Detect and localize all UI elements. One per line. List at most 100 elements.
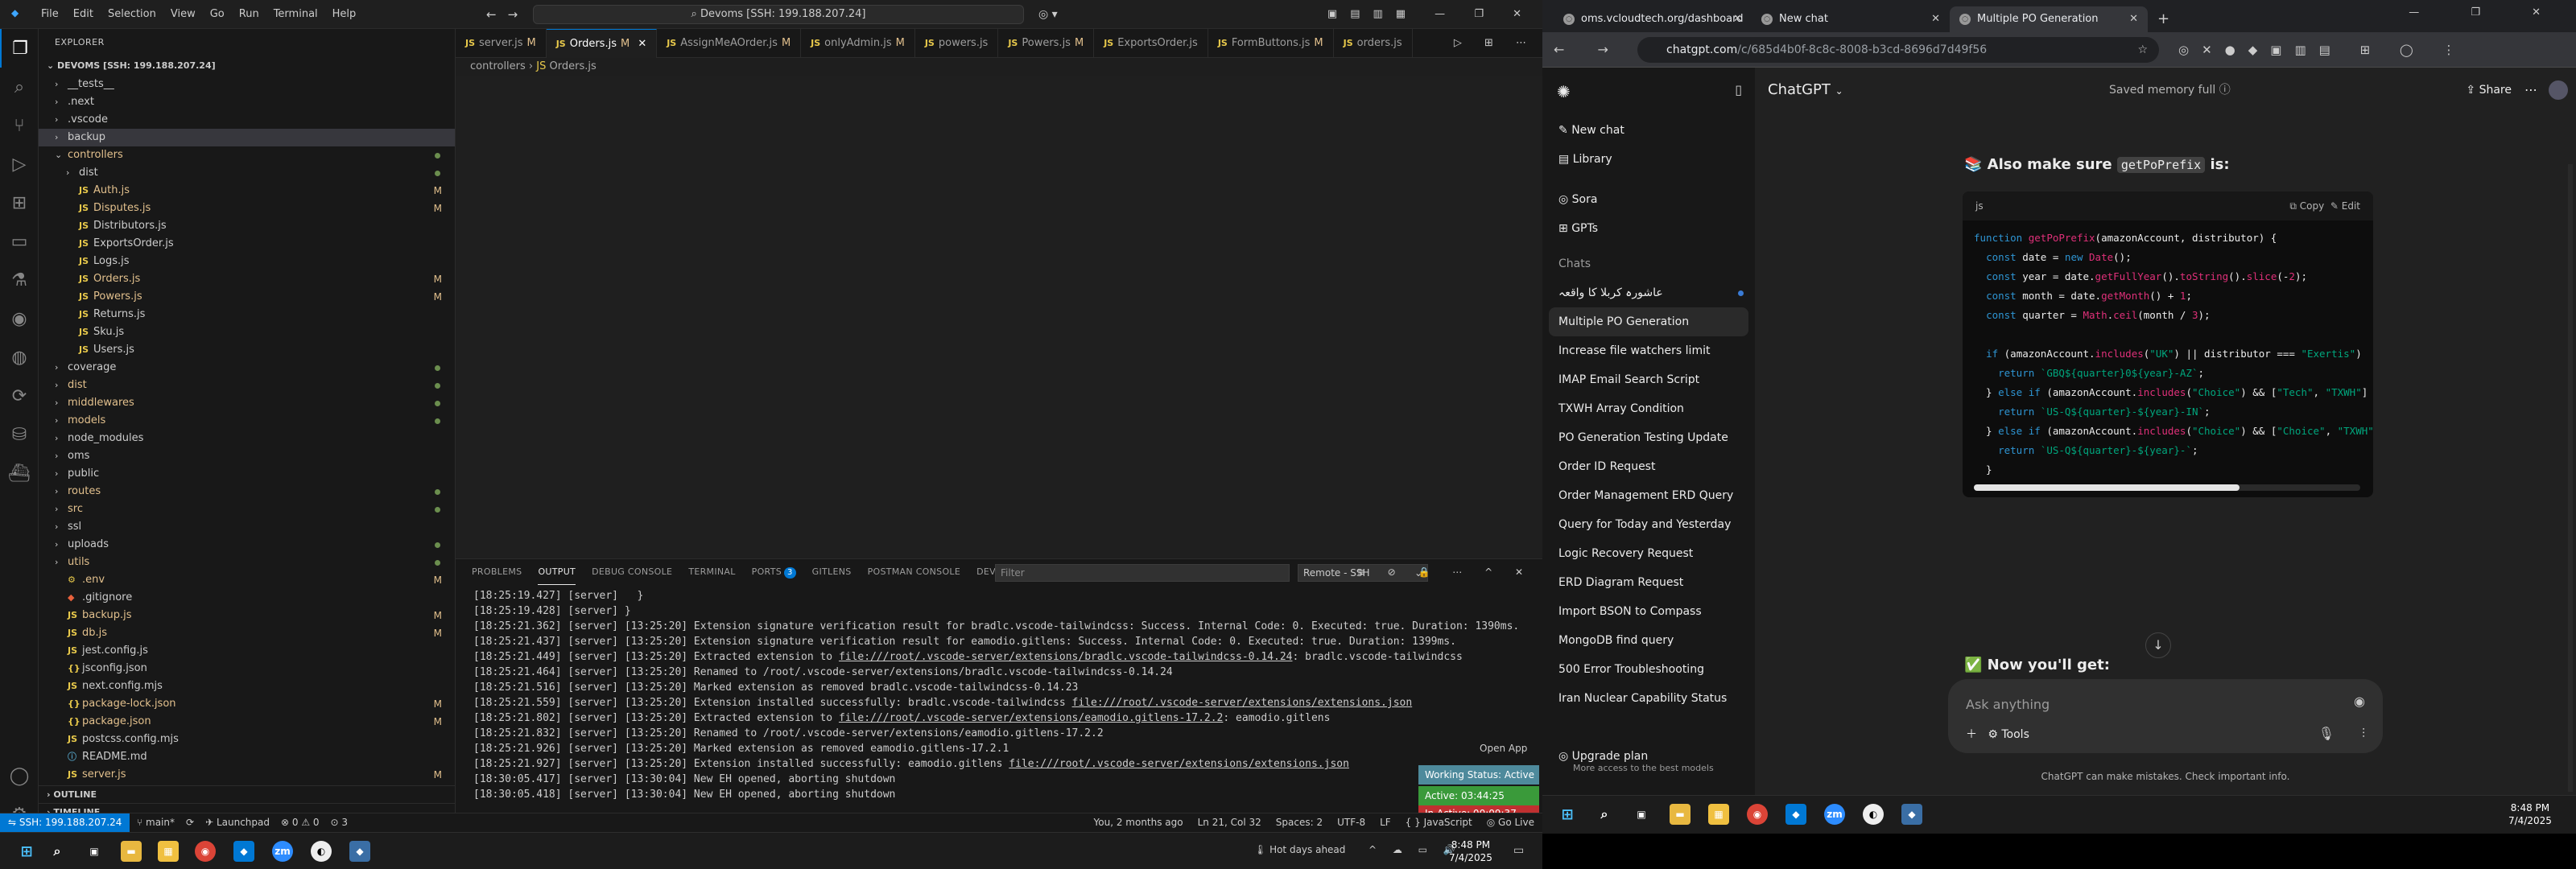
- tree-item[interactable]: JS Disputes.js M: [39, 200, 455, 217]
- tree-item[interactable]: › models: [39, 412, 455, 430]
- url-bar[interactable]: chatgpt.com/c/685d4b0f-8c8c-8008-b3cd-86…: [1637, 37, 2159, 63]
- scroll-down-button[interactable]: ↓: [2145, 632, 2171, 658]
- new-tab-icon[interactable]: +: [2148, 6, 2169, 32]
- menu-selection[interactable]: Selection: [101, 0, 163, 29]
- avatar[interactable]: [2549, 80, 2568, 100]
- task-view-icon[interactable]: ▣: [1631, 804, 1652, 825]
- task-view-icon[interactable]: ▣: [84, 841, 105, 862]
- copy-button[interactable]: ⧉ Copy: [2289, 200, 2324, 212]
- editor-tab[interactable]: JS powers.js: [915, 29, 999, 58]
- voice-mode-icon[interactable]: ◉: [2354, 694, 2365, 709]
- editor-tab[interactable]: JS onlyAdmin.js M: [801, 29, 915, 58]
- copilot-icon[interactable]: ◎ ▾: [1038, 0, 1058, 29]
- vscode-alt-icon[interactable]: ◆: [349, 841, 370, 862]
- testing-icon[interactable]: ⚗: [0, 261, 39, 299]
- explorer-icon[interactable]: ❐: [0, 29, 39, 68]
- menu-terminal[interactable]: Terminal: [266, 0, 325, 29]
- launchpad-button[interactable]: ✈ Launchpad: [205, 813, 270, 832]
- account-icon[interactable]: ◯: [0, 756, 39, 795]
- cursor-position[interactable]: Ln 21, Col 32: [1198, 813, 1261, 832]
- branch-indicator[interactable]: ⑂ main*: [137, 813, 175, 832]
- panel-tab-terminal[interactable]: TERMINAL: [688, 559, 735, 585]
- menu-run[interactable]: Run: [232, 0, 266, 29]
- postman-icon[interactable]: ◍: [0, 338, 39, 377]
- chat-history-item[interactable]: Import BSON to Compass: [1542, 597, 1755, 626]
- panel-actions[interactable]: ≡ ⊘ 🔒 ⋯ ^ ✕: [1357, 559, 1533, 585]
- panel-tab-problems[interactable]: PROBLEMS: [472, 559, 522, 585]
- model-selector[interactable]: ChatGPT ⌄: [1768, 68, 1843, 113]
- chat-history-item[interactable]: Query for Today and Yesterday: [1542, 510, 1755, 539]
- tree-item[interactable]: {} jsconfig.json: [39, 660, 455, 677]
- taskbar-clock[interactable]: 8:48 PM 7/4/2025: [1449, 838, 1492, 864]
- tree-item[interactable]: › dist: [39, 164, 455, 182]
- tree-item[interactable]: › __tests__: [39, 76, 455, 93]
- tree-item[interactable]: › src: [39, 500, 455, 518]
- panel-tab-output[interactable]: OUTPUT: [538, 559, 576, 585]
- problems-indicator[interactable]: ⊗ 0 ⚠ 0: [281, 813, 320, 832]
- extensions-icon[interactable]: ⊞: [0, 183, 39, 222]
- chat-history-item[interactable]: Order ID Request: [1542, 452, 1755, 481]
- menu-help[interactable]: Help: [325, 0, 364, 29]
- tree-item[interactable]: JS server.js M: [39, 766, 455, 784]
- tree-item[interactable]: JS ExportsOrder.js: [39, 235, 455, 253]
- docker-icon[interactable]: ⛴: [0, 454, 39, 492]
- breadcrumb-folder[interactable]: controllers: [470, 60, 526, 72]
- tree-item[interactable]: › routes: [39, 483, 455, 500]
- tree-item[interactable]: {} package-lock.json M: [39, 695, 455, 713]
- menu-file[interactable]: File: [34, 0, 66, 29]
- eol[interactable]: LF: [1380, 813, 1391, 832]
- chat-history-item[interactable]: عاشورہ کربلا کا واقعہ: [1542, 278, 1755, 307]
- chat-history-item[interactable]: TXWH Array Condition: [1542, 394, 1755, 423]
- tree-item[interactable]: ◆ .gitignore: [39, 589, 455, 607]
- weather-widget[interactable]: 🌡 Hot days ahead: [1254, 844, 1345, 855]
- bookmark-star-icon[interactable]: ☆: [2137, 37, 2148, 63]
- tree-item[interactable]: › coverage: [39, 359, 455, 377]
- gitlens-icon[interactable]: ◉: [0, 299, 39, 338]
- tree-item[interactable]: › public: [39, 465, 455, 483]
- git-blame[interactable]: You, 2 months ago: [1094, 813, 1183, 832]
- edit-button[interactable]: ✎ Edit: [2330, 200, 2360, 212]
- menu-view[interactable]: View: [163, 0, 203, 29]
- menu-edit[interactable]: Edit: [66, 0, 101, 29]
- extension-icons[interactable]: ◎✕●◆▣▥▤ ⊞ ◯ ⋮: [2178, 32, 2467, 68]
- liveshare-icon[interactable]: ⟳: [0, 377, 39, 415]
- zoom-icon[interactable]: zm: [272, 841, 293, 862]
- ports-indicator[interactable]: ⊙ 3: [331, 813, 349, 832]
- editor-tab[interactable]: JS orders.js: [1334, 29, 1413, 58]
- upgrade-plan-button[interactable]: ◎ Upgrade plan More access to the best m…: [1558, 750, 1714, 773]
- menu-go[interactable]: Go: [203, 0, 232, 29]
- tree-item[interactable]: JS postcss.config.mjs: [39, 731, 455, 748]
- chat-history-item[interactable]: Iran Nuclear Capability Status: [1542, 684, 1755, 713]
- tree-item[interactable]: JS Users.js: [39, 341, 455, 359]
- taskbar-clock[interactable]: 8:48 PM 7/4/2025: [2508, 801, 2552, 827]
- panel-tab-gitlens[interactable]: GITLENS: [812, 559, 852, 585]
- chat-history-item[interactable]: Order Management ERD Query: [1542, 481, 1755, 510]
- window-controls[interactable]: ▣▤▥▦ — ❐ ✕: [1327, 0, 1534, 29]
- search-icon[interactable]: ⌕: [47, 841, 68, 862]
- tree-item[interactable]: JS Powers.js M: [39, 288, 455, 306]
- chat-scrollbar[interactable]: [2568, 164, 2573, 792]
- code-horizontal-scrollbar[interactable]: [1974, 484, 2360, 491]
- panel-tab-ports[interactable]: PORTS 3: [752, 559, 796, 585]
- chat-history-item[interactable]: 500 Error Troubleshooting: [1542, 655, 1755, 684]
- chat-history-item[interactable]: ERD Diagram Request: [1542, 568, 1755, 597]
- close-icon[interactable]: ✕: [1733, 6, 1742, 32]
- tree-item[interactable]: JS Auth.js M: [39, 182, 455, 200]
- chrome-icon[interactable]: ◉: [195, 841, 216, 862]
- app-icon[interactable]: ◐: [311, 841, 332, 862]
- vscode-taskbar-icon[interactable]: ◆: [233, 841, 254, 862]
- microphone-icon[interactable]: 🎙: [2318, 726, 2334, 741]
- tree-item[interactable]: › dist: [39, 377, 455, 394]
- tree-item[interactable]: JS Orders.js M: [39, 270, 455, 288]
- sidebar-item-library[interactable]: ▤ Library: [1542, 145, 1755, 174]
- search-icon[interactable]: ⌕: [0, 68, 39, 106]
- store-icon[interactable]: ▦: [158, 841, 179, 862]
- window-controls[interactable]: — ❐ ✕: [2409, 6, 2565, 19]
- tree-item[interactable]: ⌄ controllers: [39, 146, 455, 164]
- chat-history-item[interactable]: Multiple PO Generation: [1549, 307, 1748, 336]
- browser-tab[interactable]: ◌ New chat ✕: [1752, 6, 1950, 32]
- zoom-icon[interactable]: zm: [1824, 804, 1845, 825]
- browser-tab[interactable]: ◌ oms.vcloudtech.org/dashboard ✕: [1554, 6, 1752, 32]
- chat-history-item[interactable]: Logic Recovery Request: [1542, 539, 1755, 568]
- add-attachment-icon[interactable]: ＋: [1966, 728, 1977, 741]
